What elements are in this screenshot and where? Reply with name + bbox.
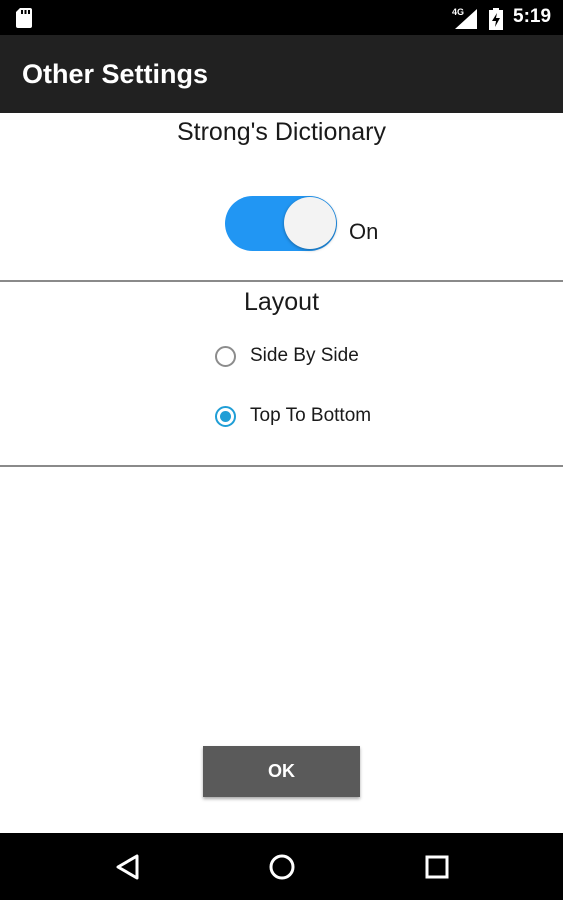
app-bar: Other Settings <box>0 35 563 113</box>
back-icon[interactable] <box>113 852 143 882</box>
radio-button[interactable] <box>215 345 236 367</box>
home-icon[interactable] <box>267 852 297 882</box>
recents-icon[interactable] <box>422 852 452 882</box>
toggle-knob <box>284 197 336 249</box>
clock: 5:19 <box>513 6 552 27</box>
battery-icon <box>489 8 503 30</box>
strongs-dictionary-heading: Strong's Dictionary <box>176 118 387 146</box>
layout-heading: Layout <box>243 288 320 316</box>
strongs-dictionary-toggle[interactable] <box>225 196 337 251</box>
radio-label: Side By Side <box>250 345 359 366</box>
radio-label: Top To Bottom <box>250 405 372 426</box>
layout-option-top-to-bottom[interactable]: Top To Bottom <box>215 403 371 429</box>
navigation-bar <box>0 833 563 900</box>
page-title: Other Settings <box>22 59 209 89</box>
radio-button-checked[interactable] <box>215 405 236 427</box>
sd-card-icon <box>16 8 32 28</box>
ok-button[interactable]: OK <box>203 746 360 797</box>
section-divider <box>0 465 563 467</box>
status-bar: 4G 5:19 <box>0 0 563 35</box>
signal-icon <box>455 9 477 29</box>
toggle-state-label: On <box>349 219 379 244</box>
layout-option-side-by-side[interactable]: Side By Side <box>215 343 359 369</box>
section-divider <box>0 280 563 282</box>
